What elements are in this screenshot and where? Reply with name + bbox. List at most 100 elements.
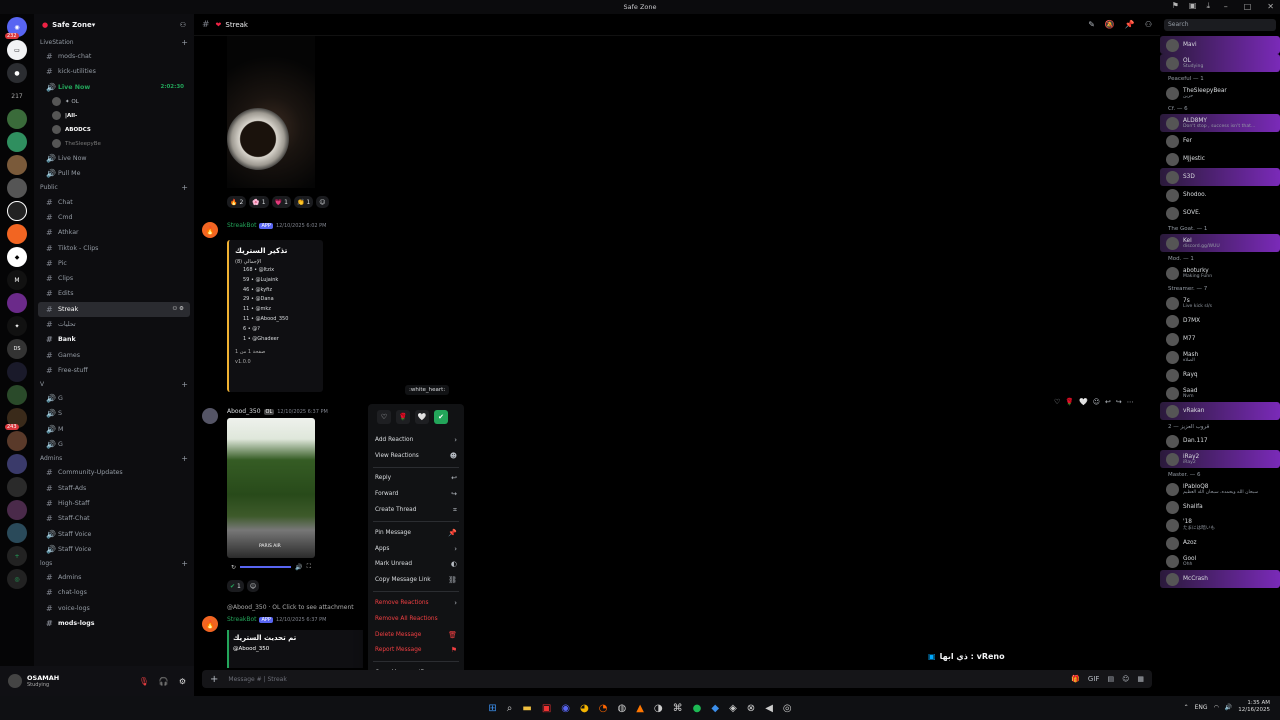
guild-header[interactable]: ● Safe Zone ▾ ⚇ [34,14,194,36]
volume-icon[interactable]: 🔊 [1225,704,1232,711]
app-icon[interactable]: ⊗ [747,703,755,714]
reaction[interactable]: 🔥 2 [227,196,247,208]
reply-preview[interactable]: @Abood_350 · OL Click to see attachment [227,604,354,611]
deafen-icon[interactable]: 🎧 [159,677,169,686]
notification-icon[interactable]: 🔕 [1105,20,1115,29]
channel-chat-logs[interactable]: # chat-logs [38,585,190,600]
category-admins[interactable]: Admins + [34,452,194,465]
member-item[interactable]: vRakan [1160,402,1280,420]
firefox-icon[interactable]: ◔ [599,703,608,714]
member-item[interactable]: Saad Nvm [1160,384,1280,402]
inbox-icon[interactable]: ▣ [1189,1,1197,11]
server-icon[interactable] [7,293,27,313]
add-reaction-icon[interactable]: ☺ [1093,398,1100,406]
avatar[interactable] [202,408,218,424]
channel-cmd[interactable]: # Cmd [38,210,190,225]
more-icon[interactable]: ⋯ [1127,398,1134,406]
channel-voice-logs[interactable]: # voice-logs [38,601,190,616]
replay-icon[interactable]: ↻ [231,564,236,571]
channel-high-staff[interactable]: # High-Staff [38,496,190,511]
download-icon[interactable]: ⤓ [1206,1,1210,11]
discover-icon[interactable]: ◎ [7,569,27,589]
member-item[interactable]: lPabloQ8 سبحان الله وبحمده، سبحان الله ال… [1160,480,1280,498]
gift-icon[interactable]: 🎁 [1071,675,1080,683]
author-name[interactable]: StreakBot [227,222,256,229]
add-channel-icon[interactable]: + [181,559,188,568]
volume-icon[interactable]: 🔊 [295,564,302,571]
menu-create-thread[interactable]: Create Thread ⌗ [373,502,459,518]
voice-user[interactable]: ✦ OL [34,95,194,109]
server-icon[interactable] [7,431,27,451]
app-icon[interactable]: ◎ [783,703,792,714]
apps-icon[interactable]: ▦ [1137,675,1144,683]
member-item[interactable]: Dan.117 [1160,432,1280,450]
member-item[interactable]: iRay2 iRay2 [1160,450,1280,468]
flag-icon[interactable]: ⚑ [1172,1,1179,11]
app-icon[interactable]: ◑ [654,703,663,714]
member-item[interactable]: Azoz [1160,534,1280,552]
rose-icon[interactable]: 🌹 [396,410,410,424]
home-button[interactable]: ◉ 232 [5,17,27,39]
menu-forward[interactable]: Forward ↪ [373,486,459,502]
server-icon[interactable] [7,454,27,474]
menu-reply[interactable]: Reply ↩ [373,471,459,487]
app-icon[interactable]: ▲ [636,703,644,714]
maximize-button[interactable]: □ [1244,2,1252,11]
channel-pic[interactable]: # Pic [38,256,190,271]
add-reaction-button[interactable]: ☺ [246,580,260,592]
app-icon[interactable]: ◈ [729,703,737,714]
member-item[interactable]: Fer [1160,132,1280,150]
rose-icon[interactable]: 🌹 [1065,398,1074,406]
server-icon[interactable] [7,201,27,221]
reaction[interactable]: 💗 1 [271,196,291,208]
member-item[interactable]: aboturky Making Funn [1160,264,1280,282]
channel-staff-chat[interactable]: # Staff-Chat [38,511,190,526]
server-icon[interactable] [7,109,27,129]
server-icon[interactable]: 217 [7,86,27,106]
menu-pin-message[interactable]: Pin Message 📌 [373,525,459,541]
server-icon[interactable]: ◆ [7,247,27,267]
server-icon[interactable] [7,500,27,520]
channel-settings-icon[interactable]: ⚇ ⚙ [172,306,184,312]
server-icon[interactable] [7,155,27,175]
member-item[interactable]: Mavi [1160,36,1280,54]
settings-icon[interactable]: ⚙ [179,677,186,686]
bot-avatar[interactable]: 🔥 [202,616,218,632]
tray-overflow-icon[interactable]: ⌃ [1184,704,1189,711]
member-item[interactable]: McCrash [1160,570,1280,588]
app-icon[interactable]: ◆ [711,703,719,714]
sticker-icon[interactable]: ▤ [1107,675,1114,683]
file-explorer-icon[interactable]: ▬ [522,703,531,714]
channel-tiktok[interactable]: # Tiktok - Clips [38,240,190,255]
member-item[interactable]: OL Studying [1160,54,1280,72]
server-icon[interactable]: ✦ [7,316,27,336]
member-item[interactable]: M77 [1160,330,1280,348]
pin-icon[interactable]: 📌 [1125,20,1135,29]
author-name[interactable]: Abood_350 [227,408,261,415]
channel-free-stuff[interactable]: # Free-stuff [38,363,190,378]
voice-channel-live-now-2[interactable]: 🔊 Live Now [38,151,190,166]
server-icon[interactable] [7,523,27,543]
server-icon[interactable] [7,132,27,152]
member-item[interactable]: Shallfa [1160,498,1280,516]
channel-clips[interactable]: # Clips [38,271,190,286]
heart-outline-icon[interactable]: ♡ [1054,398,1060,406]
avatar[interactable] [8,674,22,688]
discord-icon[interactable]: ◉ [561,703,570,714]
forward-icon[interactable]: ↪ [1116,398,1122,406]
heart-outline-icon[interactable]: ♡ [377,410,391,424]
menu-mark-unread[interactable]: Mark Unread ◐ [373,557,459,573]
reaction[interactable]: 👏 1 [293,196,314,208]
add-reaction-button[interactable]: ☺ [316,196,329,208]
server-icon[interactable]: 243 [5,408,27,430]
voice-channel-live-now[interactable]: 🔊 Live Now 2:02:30 [38,80,190,95]
add-channel-icon[interactable]: + [181,183,188,192]
add-channel-icon[interactable]: + [181,38,188,47]
member-item[interactable]: S3D [1160,168,1280,186]
reply-icon[interactable]: ↩ [1105,398,1111,406]
channel-community-updates[interactable]: # Community-Updates [38,465,190,480]
channel-athkar[interactable]: # Athkar [38,225,190,240]
spotify-icon[interactable]: ● [693,703,702,714]
channel-admins[interactable]: # Admins [38,570,190,585]
channel-games[interactable]: # Games [38,347,190,362]
